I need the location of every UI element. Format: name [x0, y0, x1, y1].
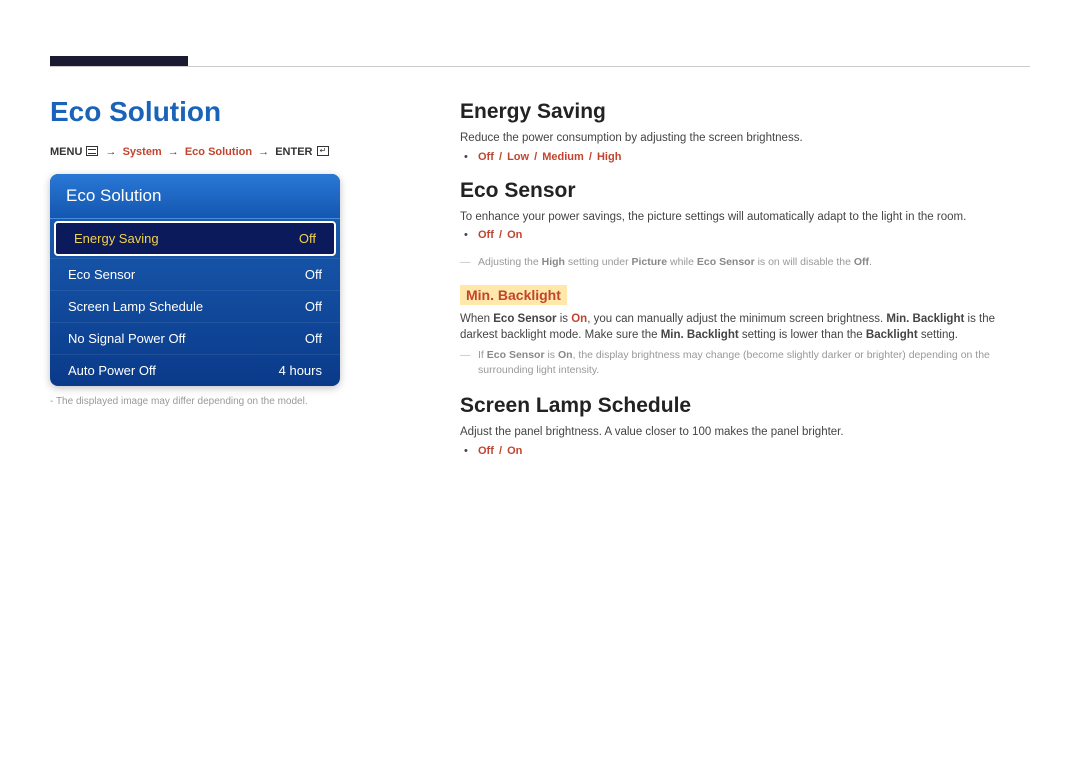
section-screen-lamp-schedule: Screen Lamp Schedule Adjust the panel br…	[460, 394, 1030, 457]
menu-row-label: Screen Lamp Schedule	[68, 299, 203, 314]
desc-eco-sensor: To enhance your power savings, the pictu…	[460, 209, 1030, 226]
section-energy-saving: Energy Saving Reduce the power consumpti…	[460, 100, 1030, 163]
desc-min-backlight: When Eco Sensor is On, you can manually …	[460, 311, 1030, 344]
options-screen-lamp: Off / On	[478, 445, 1030, 457]
heading-min-backlight: Min. Backlight	[460, 285, 567, 305]
breadcrumb-menu-label: MENU	[50, 146, 82, 158]
menu-row-label: Energy Saving	[74, 231, 159, 246]
menu-row-value: Off	[305, 331, 322, 346]
menu-row-label: Auto Power Off	[68, 363, 156, 378]
menu-row-value: Off	[305, 299, 322, 314]
menu-row-auto-power-off[interactable]: Auto Power Off 4 hours	[50, 354, 340, 386]
header-divider	[50, 56, 1030, 67]
osd-menu-header: Eco Solution	[50, 174, 340, 219]
breadcrumb: MENU → System → Eco Solution → ENTER	[50, 146, 350, 158]
osd-menu-panel: Eco Solution Energy Saving Off Eco Senso…	[50, 174, 340, 386]
note-min-backlight: If Eco Sensor is On, the display brightn…	[478, 348, 1030, 378]
note-eco-sensor: Adjusting the High setting under Picture…	[478, 255, 1030, 270]
arrow-icon: →	[165, 146, 182, 158]
menu-icon	[86, 146, 98, 156]
arrow-icon: →	[103, 146, 120, 158]
arrow-icon: →	[255, 146, 272, 158]
header-rule	[50, 66, 1030, 67]
breadcrumb-system: System	[123, 146, 162, 158]
right-column: Energy Saving Reduce the power consumpti…	[460, 100, 1030, 473]
menu-row-value: 4 hours	[279, 363, 322, 378]
section-eco-sensor: Eco Sensor To enhance your power savings…	[460, 179, 1030, 379]
breadcrumb-eco: Eco Solution	[185, 146, 252, 158]
options-energy-saving: Off / Low / Medium / High	[478, 151, 1030, 163]
desc-screen-lamp: Adjust the panel brightness. A value clo…	[460, 424, 1030, 441]
menu-row-label: No Signal Power Off	[68, 331, 186, 346]
menu-row-value: Off	[299, 231, 316, 246]
heading-energy-saving: Energy Saving	[460, 100, 1030, 124]
heading-eco-sensor: Eco Sensor	[460, 179, 1030, 203]
menu-row-energy-saving[interactable]: Energy Saving Off	[54, 221, 336, 256]
menu-row-label: Eco Sensor	[68, 267, 135, 282]
menu-row-screen-lamp-schedule[interactable]: Screen Lamp Schedule Off	[50, 290, 340, 322]
desc-energy-saving: Reduce the power consumption by adjustin…	[460, 130, 1030, 147]
footnote: - The displayed image may differ dependi…	[50, 396, 350, 407]
heading-screen-lamp: Screen Lamp Schedule	[460, 394, 1030, 418]
breadcrumb-enter-label: ENTER	[275, 146, 312, 158]
enter-icon	[317, 146, 329, 156]
options-eco-sensor: Off / On	[478, 229, 1030, 241]
page-title: Eco Solution	[50, 96, 350, 128]
menu-row-eco-sensor[interactable]: Eco Sensor Off	[50, 258, 340, 290]
left-column: Eco Solution MENU → System → Eco Solutio…	[50, 96, 350, 407]
menu-row-value: Off	[305, 267, 322, 282]
menu-row-no-signal-power-off[interactable]: No Signal Power Off Off	[50, 322, 340, 354]
